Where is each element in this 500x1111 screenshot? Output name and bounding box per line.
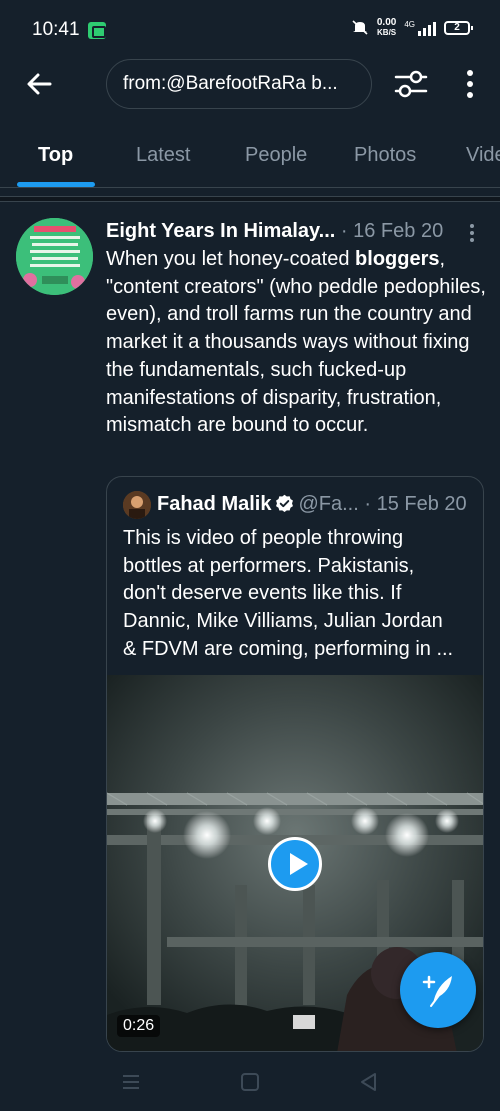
signal-icon: 4G bbox=[404, 20, 436, 36]
net-speed-value: 0.00 bbox=[376, 17, 397, 28]
more-vertical-icon bbox=[467, 70, 473, 98]
video-duration: 0:26 bbox=[117, 1015, 161, 1037]
network-type: 4G bbox=[404, 20, 415, 29]
search-filter-button[interactable] bbox=[392, 66, 430, 102]
tweet[interactable]: Eight Years In Himalay... · 16 Feb 20 Wh… bbox=[0, 202, 500, 1062]
tweet-text-part: , "content creators" (who peddle pedophi… bbox=[106, 248, 486, 437]
status-time: 10:41 bbox=[32, 19, 80, 40]
back-triangle-icon bbox=[361, 1073, 376, 1091]
quoted-tweet-text: This is video of people throwing bottles… bbox=[123, 525, 475, 663]
tab-videos[interactable]: Vide bbox=[466, 144, 500, 167]
menu-icon bbox=[123, 1075, 139, 1089]
quoted-tweet-header: Fahad Malik @Fa... · 15 Feb 20 bbox=[157, 493, 467, 516]
nav-back-button[interactable] bbox=[356, 1070, 380, 1094]
tweet-header: Eight Years In Himalay... · 16 Feb 20 bbox=[106, 220, 466, 246]
avatar[interactable] bbox=[16, 218, 93, 295]
net-speed: 0.00 KB/S bbox=[377, 18, 396, 38]
author-name[interactable]: Eight Years In Himalay... bbox=[106, 220, 335, 242]
quoted-text-line: Dannic, Mike Villiams, Julian Jordan bbox=[123, 610, 443, 633]
tweet-meta: · 16 Feb 20 bbox=[335, 220, 444, 242]
verified-badge-icon bbox=[276, 494, 294, 513]
recents-button[interactable] bbox=[119, 1070, 143, 1094]
quoted-author-name: Fahad Malik bbox=[157, 493, 272, 515]
search-query-text: from:@BarefootRaRa b... bbox=[123, 73, 338, 94]
search-tabs: Top Latest People Photos Vide bbox=[0, 128, 500, 188]
battery-icon: 2 bbox=[444, 21, 473, 35]
active-tab-indicator bbox=[17, 182, 95, 187]
tab-top[interactable]: Top bbox=[38, 144, 73, 167]
tab-photos[interactable]: Photos bbox=[354, 144, 416, 167]
compose-tweet-button[interactable] bbox=[400, 952, 476, 1028]
quoted-text-line: don't deserve events like this. If bbox=[123, 582, 402, 605]
home-square-icon bbox=[241, 1073, 259, 1091]
mute-icon bbox=[351, 19, 369, 38]
search-input[interactable]: from:@BarefootRaRa b... bbox=[106, 59, 372, 109]
tweet-text-highlight: bloggers bbox=[355, 248, 440, 270]
app-notification-icon bbox=[88, 22, 106, 39]
system-nav-bar bbox=[0, 1056, 500, 1111]
more-vertical-icon bbox=[470, 224, 474, 242]
quoted-text-line: & FDVM are coming, performing in ... bbox=[123, 637, 454, 660]
back-button[interactable] bbox=[22, 66, 58, 102]
quoted-tweet-meta: @Fa... · 15 Feb 20 bbox=[298, 493, 467, 515]
filter-icon bbox=[394, 70, 428, 98]
quoted-text-line: bottles at performers. Pakistanis, bbox=[123, 554, 415, 577]
tweet-more-button[interactable] bbox=[466, 222, 478, 244]
quoted-author-avatar bbox=[123, 491, 151, 519]
play-button[interactable] bbox=[268, 837, 322, 891]
tweet-text: When you let honey-coated bloggers, "con… bbox=[106, 246, 486, 440]
quoted-text-line: This is video of people throwing bbox=[123, 527, 404, 549]
more-options-button[interactable] bbox=[458, 66, 482, 102]
net-speed-unit: KB/S bbox=[377, 28, 397, 37]
tab-people[interactable]: People bbox=[245, 144, 307, 167]
search-header: from:@BarefootRaRa b... bbox=[0, 56, 500, 112]
tweet-text-part: When you let honey-coated bbox=[106, 248, 356, 270]
compose-feather-icon bbox=[422, 975, 452, 1007]
tab-latest[interactable]: Latest bbox=[136, 144, 190, 167]
status-icons: 0.00 KB/S 4G 2 bbox=[351, 18, 473, 38]
status-bar: 10:41 0.00 KB/S 4G 2 bbox=[0, 0, 500, 60]
back-arrow-icon bbox=[27, 73, 52, 95]
home-button[interactable] bbox=[238, 1070, 262, 1094]
